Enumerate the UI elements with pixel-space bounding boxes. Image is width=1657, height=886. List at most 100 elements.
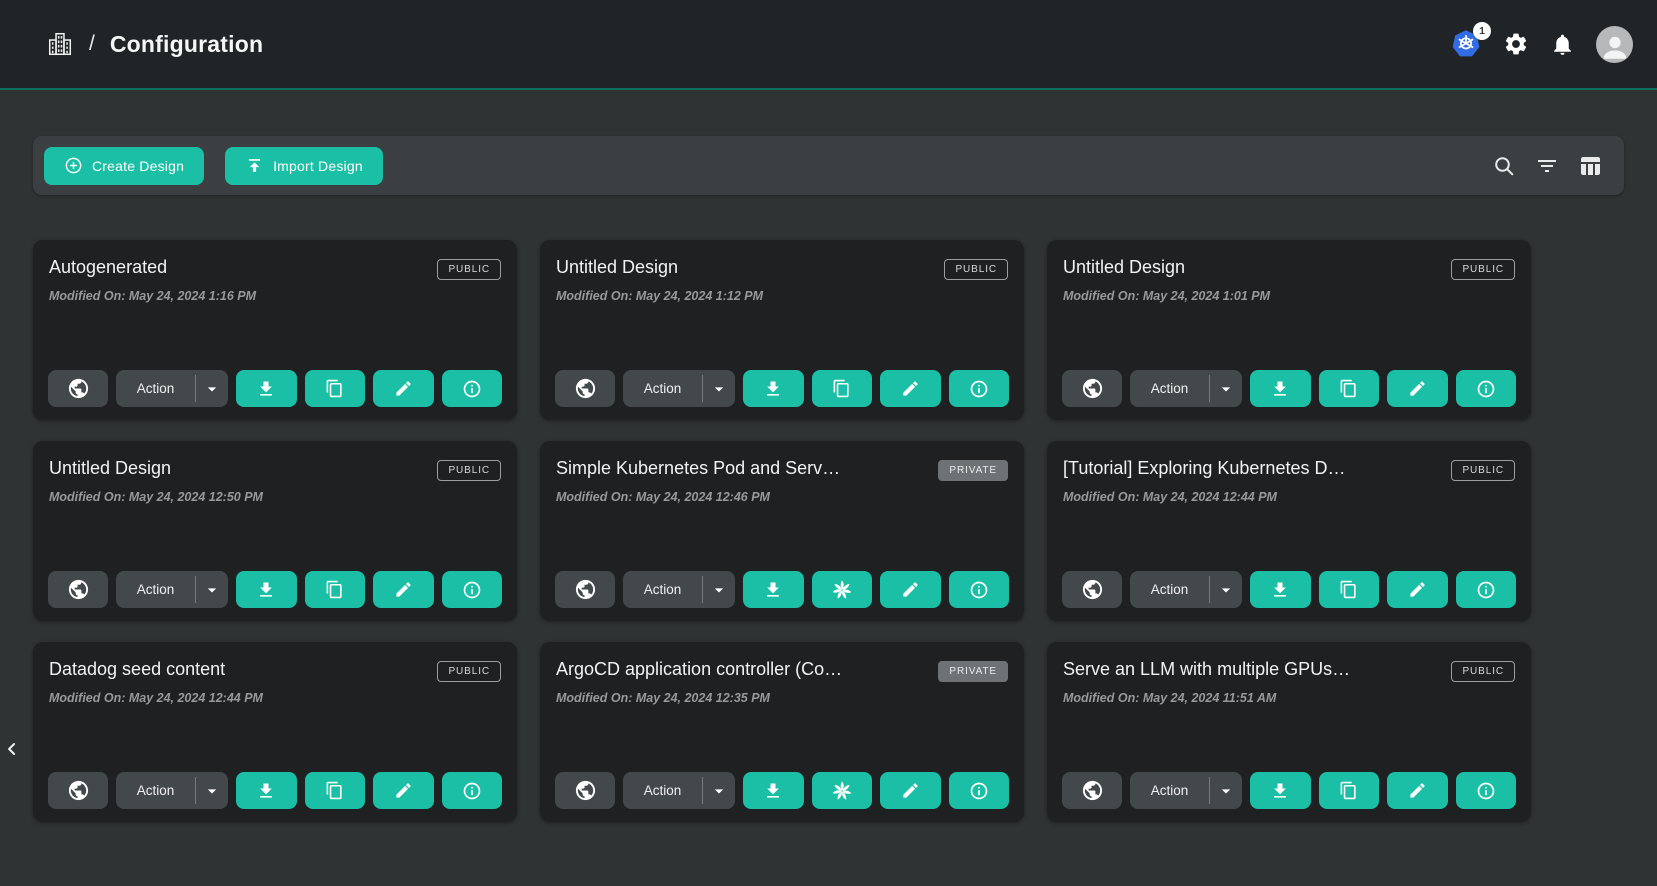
- action-button-label[interactable]: Action: [623, 582, 702, 597]
- search-button[interactable]: [1492, 154, 1516, 178]
- download-button[interactable]: [743, 370, 804, 407]
- info-button[interactable]: [442, 370, 503, 407]
- visibility-badge: PRIVATE: [938, 460, 1008, 481]
- chevron-down-icon[interactable]: [1210, 379, 1242, 399]
- info-button[interactable]: [442, 571, 503, 608]
- gear-icon: [1503, 31, 1529, 57]
- info-button[interactable]: [1456, 571, 1517, 608]
- design-title: Untitled Design: [49, 458, 171, 479]
- sidebar-collapse-button[interactable]: [0, 735, 24, 763]
- action-split-button[interactable]: Action: [623, 772, 735, 809]
- download-button[interactable]: [236, 571, 297, 608]
- globe-icon: [67, 377, 90, 400]
- design-card: Serve an LLM with multiple GPUs… PUBLIC …: [1047, 642, 1531, 822]
- publish-globe-button[interactable]: [48, 370, 108, 407]
- chevron-down-icon[interactable]: [1210, 580, 1242, 600]
- info-button[interactable]: [949, 772, 1010, 809]
- table-view-button[interactable]: [1578, 154, 1602, 178]
- copy-button[interactable]: [305, 772, 366, 809]
- info-button[interactable]: [1456, 370, 1517, 407]
- action-split-button[interactable]: Action: [623, 370, 735, 407]
- user-avatar[interactable]: [1596, 26, 1633, 63]
- action-split-button[interactable]: Action: [1130, 772, 1242, 809]
- info-button[interactable]: [442, 772, 503, 809]
- action-button-label[interactable]: Action: [623, 783, 702, 798]
- filter-icon: [1535, 154, 1559, 178]
- publish-globe-button[interactable]: [1062, 571, 1122, 608]
- publish-globe-button[interactable]: [555, 772, 615, 809]
- create-design-button[interactable]: Create Design: [44, 147, 204, 185]
- action-split-button[interactable]: Action: [116, 772, 228, 809]
- publish-globe-button[interactable]: [48, 772, 108, 809]
- download-button[interactable]: [743, 772, 804, 809]
- copy-button[interactable]: [1319, 772, 1380, 809]
- info-button[interactable]: [949, 571, 1010, 608]
- edit-button[interactable]: [880, 772, 941, 809]
- notifications-button[interactable]: [1550, 32, 1575, 57]
- action-button-label[interactable]: Action: [116, 381, 195, 396]
- edit-button[interactable]: [1387, 370, 1448, 407]
- publish-globe-button[interactable]: [48, 571, 108, 608]
- chevron-down-icon[interactable]: [196, 781, 228, 801]
- table-view-icon: [1578, 154, 1602, 178]
- download-button[interactable]: [236, 772, 297, 809]
- download-button[interactable]: [236, 370, 297, 407]
- action-button-label[interactable]: Action: [623, 381, 702, 396]
- modified-timestamp: Modified On: May 24, 2024 1:16 PM: [49, 289, 501, 303]
- edit-button[interactable]: [880, 571, 941, 608]
- chevron-down-icon[interactable]: [196, 379, 228, 399]
- copy-button[interactable]: [305, 370, 366, 407]
- visibility-badge: PUBLIC: [437, 259, 501, 280]
- modified-timestamp: Modified On: May 24, 2024 12:46 PM: [556, 490, 1008, 504]
- action-split-button[interactable]: Action: [116, 571, 228, 608]
- action-button-label[interactable]: Action: [1130, 381, 1209, 396]
- header-actions: 1: [1450, 26, 1633, 63]
- info-button[interactable]: [949, 370, 1010, 407]
- info-button[interactable]: [1456, 772, 1517, 809]
- filter-button[interactable]: [1535, 154, 1559, 178]
- publish-globe-button[interactable]: [555, 370, 615, 407]
- pinwheel-button[interactable]: [812, 772, 873, 809]
- publish-globe-button[interactable]: [1062, 370, 1122, 407]
- edit-button[interactable]: [1387, 571, 1448, 608]
- edit-button[interactable]: [1387, 772, 1448, 809]
- action-button-label[interactable]: Action: [116, 783, 195, 798]
- import-design-button[interactable]: Import Design: [225, 147, 383, 185]
- download-button[interactable]: [743, 571, 804, 608]
- pinwheel-button[interactable]: [812, 571, 873, 608]
- edit-button[interactable]: [373, 571, 434, 608]
- action-split-button[interactable]: Action: [623, 571, 735, 608]
- kubernetes-context-button[interactable]: 1: [1450, 29, 1482, 59]
- globe-icon: [1081, 779, 1104, 802]
- edit-button[interactable]: [880, 370, 941, 407]
- copy-button[interactable]: [1319, 571, 1380, 608]
- copy-button[interactable]: [812, 370, 873, 407]
- globe-icon: [1081, 578, 1104, 601]
- publish-globe-button[interactable]: [555, 571, 615, 608]
- chevron-down-icon[interactable]: [703, 379, 735, 399]
- card-action-row: Action: [555, 772, 1009, 809]
- action-split-button[interactable]: Action: [116, 370, 228, 407]
- chevron-down-icon[interactable]: [1210, 781, 1242, 801]
- download-button[interactable]: [1250, 772, 1311, 809]
- chevron-down-icon[interactable]: [703, 781, 735, 801]
- action-split-button[interactable]: Action: [1130, 571, 1242, 608]
- design-card: Autogenerated PUBLIC Modified On: May 24…: [33, 240, 517, 420]
- edit-button[interactable]: [373, 772, 434, 809]
- action-button-label[interactable]: Action: [116, 582, 195, 597]
- action-button-label[interactable]: Action: [1130, 582, 1209, 597]
- download-button[interactable]: [1250, 370, 1311, 407]
- chevron-down-icon[interactable]: [703, 580, 735, 600]
- copy-button[interactable]: [1319, 370, 1380, 407]
- edit-button[interactable]: [373, 370, 434, 407]
- settings-button[interactable]: [1503, 31, 1529, 57]
- action-split-button[interactable]: Action: [1130, 370, 1242, 407]
- chevron-left-icon: [2, 737, 22, 761]
- building-icon[interactable]: [46, 30, 74, 58]
- chevron-down-icon[interactable]: [196, 580, 228, 600]
- pencil-icon: [1408, 580, 1427, 599]
- publish-globe-button[interactable]: [1062, 772, 1122, 809]
- action-button-label[interactable]: Action: [1130, 783, 1209, 798]
- download-button[interactable]: [1250, 571, 1311, 608]
- copy-button[interactable]: [305, 571, 366, 608]
